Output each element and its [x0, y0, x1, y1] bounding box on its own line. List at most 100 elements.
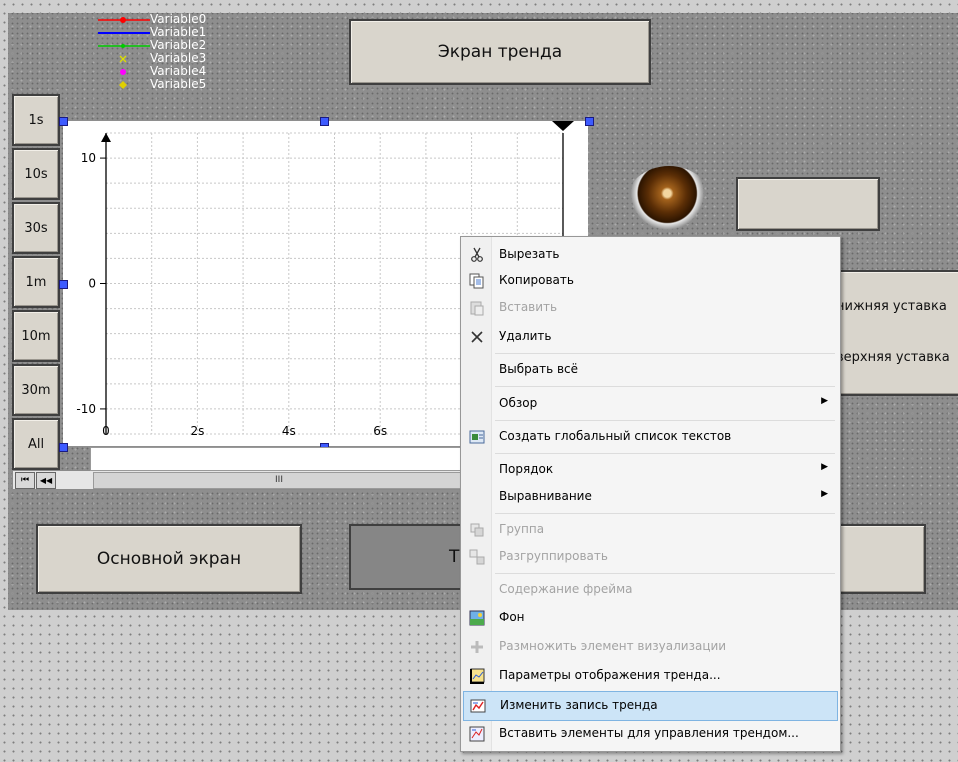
context-menu: Вырезать Копировать Вставить Удалить Выб…	[460, 236, 841, 752]
menu-item-label: Порядок	[499, 462, 554, 476]
menu-item-insert-trend-controls[interactable]: Вставить элементы для управления трендом…	[463, 720, 836, 748]
legend-marker-blue-icon	[98, 32, 150, 34]
menu-item-cut[interactable]: Вырезать	[463, 241, 836, 269]
menu-separator	[495, 573, 835, 574]
y-tick-label: 10	[81, 151, 96, 165]
time-range-label: 1s	[28, 112, 44, 128]
time-range-label: 30m	[21, 382, 51, 398]
time-range-label: 10m	[21, 328, 51, 344]
selection-handle[interactable]	[59, 280, 68, 289]
menu-item-trend-display-params[interactable]: Параметры отображения тренда...	[463, 662, 836, 690]
scroll-prev-button[interactable]: ◀◀	[36, 472, 56, 489]
main-screen-label: Основной экран	[96, 549, 242, 569]
menu-item-paste[interactable]: Вставить	[463, 294, 836, 322]
menu-item-label: Вырезать	[499, 247, 560, 261]
time-cursor-icon	[552, 121, 574, 131]
time-range-10s-button[interactable]: 10s	[12, 148, 60, 200]
legend-label: Variable0	[150, 12, 207, 26]
time-range-1m-button[interactable]: 1m	[12, 256, 60, 308]
menu-item-delete[interactable]: Удалить	[463, 323, 836, 351]
menu-item-label: Фон	[499, 610, 525, 624]
x-tick-label: 6s	[373, 424, 387, 438]
legend-label: Variable2	[150, 38, 207, 52]
menu-separator	[495, 420, 835, 421]
time-range-all-button[interactable]: All	[12, 418, 60, 470]
menu-item-order[interactable]: Порядок ▶	[463, 456, 836, 484]
menu-item-label: Вставить	[499, 300, 558, 314]
text-list-icon	[468, 428, 486, 446]
trend-screen-title-label: Экран тренда	[437, 42, 563, 62]
menu-item-label: Выравнивание	[499, 489, 592, 503]
menu-item-frame-content[interactable]: Содержание фрейма	[463, 576, 836, 604]
menu-item-label: Выбрать всё	[499, 362, 579, 376]
y-tick-label: -10	[76, 402, 96, 416]
time-range-label: All	[27, 436, 45, 452]
legend-marker-diamond-icon	[119, 81, 127, 89]
menu-item-label: Разгруппировать	[499, 549, 608, 563]
prev-icon: ◀◀	[39, 476, 53, 485]
y-axis-arrow-icon	[101, 133, 111, 142]
submenu-arrow-icon: ▶	[821, 462, 828, 472]
trend-legend: Variable0 Variable1 Variable2 Variable3 …	[90, 12, 230, 92]
legend-marker-red-icon	[98, 17, 150, 23]
trend-record-icon	[469, 697, 487, 715]
y-tick-label: 0	[88, 277, 96, 291]
menu-item-create-global-text-list[interactable]: Создать глобальный список текстов	[463, 423, 836, 451]
menu-item-label: Вставить элементы для управления трендом…	[499, 726, 799, 740]
time-range-30s-button[interactable]: 30s	[12, 202, 60, 254]
menu-item-label: Обзор	[499, 396, 538, 410]
selection-handle[interactable]	[320, 117, 329, 126]
upper-setpoint-label: верхняя уставка	[836, 350, 950, 365]
time-range-label: 1m	[25, 274, 47, 290]
menu-item-overview[interactable]: Обзор ▶	[463, 390, 836, 418]
legend-label: Variable3	[150, 51, 207, 65]
menu-item-select-all[interactable]: Выбрать всё	[463, 356, 836, 384]
scroll-thumb[interactable]: III	[93, 472, 465, 489]
first-icon: ⏮	[20, 475, 30, 485]
menu-separator	[495, 513, 835, 514]
submenu-arrow-icon: ▶	[821, 489, 828, 499]
cut-icon	[468, 246, 486, 264]
menu-item-copy[interactable]: Копировать	[463, 267, 836, 295]
menu-item-label: Содержание фрейма	[499, 582, 633, 596]
legend-label: Variable1	[150, 25, 207, 39]
group-icon	[468, 521, 486, 539]
delete-icon	[468, 328, 486, 346]
time-range-1s-button[interactable]: 1s	[12, 94, 60, 146]
main-screen-button[interactable]: Основной экран	[36, 524, 302, 594]
trend-controls-icon	[468, 725, 486, 743]
submenu-arrow-icon: ▶	[821, 396, 828, 406]
time-range-10m-button[interactable]: 10m	[12, 310, 60, 362]
menu-item-ungroup[interactable]: Разгруппировать	[463, 543, 836, 571]
menu-item-edit-trend-record[interactable]: Изменить запись тренда	[463, 691, 838, 721]
menu-item-label: Копировать	[499, 273, 574, 287]
legend-marker-green-icon	[98, 44, 150, 48]
timeline-ruler	[90, 447, 464, 471]
time-range-label: 30s	[24, 220, 48, 236]
paste-icon	[468, 299, 486, 317]
selection-handle[interactable]	[59, 443, 68, 452]
menu-item-label: Размножить элемент визуализации	[499, 639, 727, 653]
selection-handle[interactable]	[59, 117, 68, 126]
menu-item-label: Создать глобальный список текстов	[499, 429, 732, 443]
menu-item-align[interactable]: Выравнивание ▶	[463, 483, 836, 511]
time-range-30m-button[interactable]: 30m	[12, 364, 60, 416]
menu-item-label: Удалить	[499, 329, 552, 343]
menu-item-group[interactable]: Группа	[463, 516, 836, 544]
trend-scrollbar[interactable]: ⏮ ◀◀ III	[12, 470, 465, 490]
value-display-button[interactable]	[736, 177, 880, 231]
menu-item-label: Группа	[499, 522, 545, 536]
menu-item-background[interactable]: Фон	[463, 604, 836, 632]
selection-handle[interactable]	[585, 117, 594, 126]
lower-setpoint-label: нижняя уставка	[836, 299, 947, 314]
time-range-label: 10s	[24, 166, 48, 182]
menu-separator	[495, 353, 835, 354]
legend-label: Variable5	[150, 77, 207, 91]
menu-item-multiply-visual-element[interactable]: Размножить элемент визуализации	[463, 633, 836, 661]
x-tick-label: 4s	[282, 424, 296, 438]
background-icon	[468, 609, 486, 627]
x-tick-label: 0	[102, 424, 110, 438]
scroll-first-button[interactable]: ⏮	[15, 472, 35, 489]
trend-screen-title-button[interactable]: Экран тренда	[349, 19, 651, 85]
lamp-indicator	[626, 166, 712, 238]
